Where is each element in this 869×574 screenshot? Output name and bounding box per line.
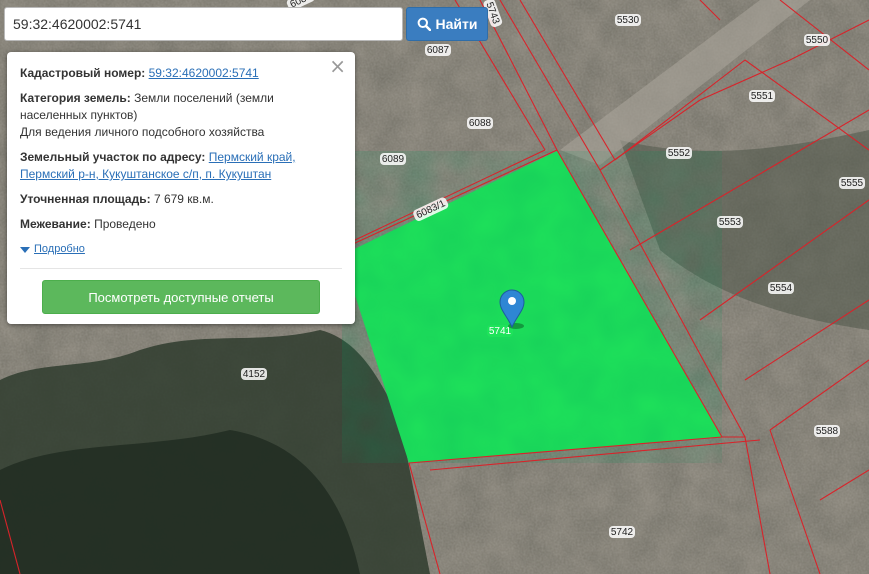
survey-label: Межевание: bbox=[20, 217, 91, 231]
survey-row: Межевание: Проведено bbox=[20, 216, 342, 233]
area-value: 7 679 кв.м. bbox=[153, 192, 214, 206]
label-5554: 5554 bbox=[770, 283, 793, 294]
area-row: Уточненная площадь: 7 679 кв.м. bbox=[20, 191, 342, 208]
label-5555: 5555 bbox=[841, 178, 864, 189]
land-category-row: Категория земель: Земли поселений (земли… bbox=[20, 90, 342, 141]
search-button-label: Найти bbox=[435, 16, 478, 32]
label-5552: 5552 bbox=[668, 148, 691, 159]
parcel-info-popup: × Кадастровый номер: 59:32:4620002:5741 … bbox=[7, 52, 355, 324]
label-5553: 5553 bbox=[719, 217, 742, 228]
label-5530: 5530 bbox=[617, 15, 640, 26]
label-4152: 4152 bbox=[243, 369, 266, 380]
label-6089: 6089 bbox=[382, 154, 405, 165]
details-toggle[interactable]: Подробно bbox=[20, 241, 342, 258]
label-6087: 6087 bbox=[427, 45, 450, 56]
label-selected-parcel: 5741 bbox=[489, 326, 512, 337]
address-row: Земельный участок по адресу: Пермский кр… bbox=[20, 149, 342, 183]
area-label: Уточненная площадь: bbox=[20, 192, 151, 206]
details-link[interactable]: Подробно bbox=[34, 241, 85, 258]
search-button[interactable]: Найти bbox=[406, 7, 488, 41]
popup-divider bbox=[20, 268, 342, 269]
label-5742: 5742 bbox=[611, 527, 634, 538]
cadastral-number-link[interactable]: 59:32:4620002:5741 bbox=[149, 66, 259, 80]
label-6088: 6088 bbox=[469, 118, 492, 129]
label-5550: 5550 bbox=[806, 35, 829, 46]
search-icon bbox=[417, 17, 431, 31]
land-usage-value: Для ведения личного подсобного хозяйства bbox=[20, 125, 265, 139]
address-label: Земельный участок по адресу: bbox=[20, 150, 206, 164]
search-input[interactable] bbox=[4, 7, 403, 41]
view-reports-button[interactable]: Посмотреть доступные отчеты bbox=[42, 280, 320, 314]
triangle-down-icon bbox=[20, 246, 30, 253]
label-5551: 5551 bbox=[751, 91, 774, 102]
cadastral-number-label: Кадастровый номер: bbox=[20, 66, 146, 80]
land-category-label: Категория земель: bbox=[20, 91, 131, 105]
cadastral-number-row: Кадастровый номер: 59:32:4620002:5741 bbox=[20, 65, 342, 82]
view-reports-button-label: Посмотреть доступные отчеты bbox=[88, 289, 274, 305]
close-icon[interactable]: × bbox=[329, 56, 346, 76]
survey-value: Проведено bbox=[94, 217, 156, 231]
label-5588: 5588 bbox=[816, 426, 839, 437]
